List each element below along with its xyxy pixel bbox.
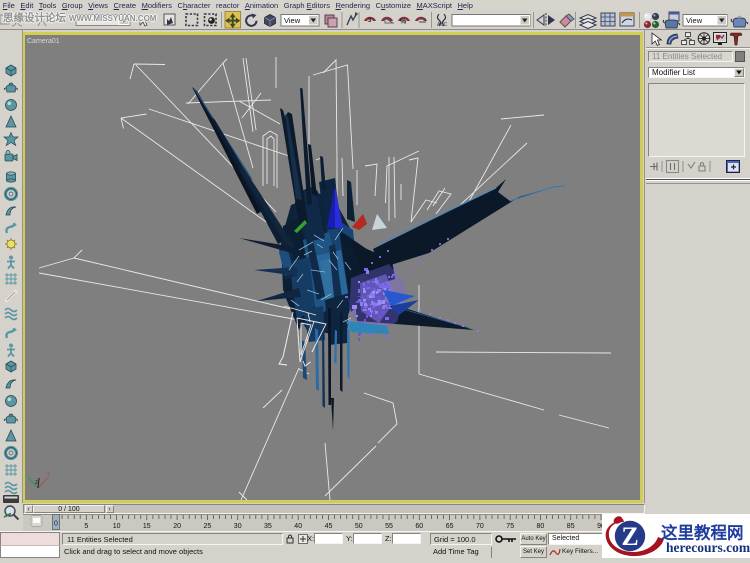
svg-text:80: 80 xyxy=(537,523,545,530)
svg-text:0: 0 xyxy=(54,521,58,528)
svg-text:15: 15 xyxy=(143,523,151,530)
svg-text:35: 35 xyxy=(264,523,272,530)
svg-text:herecours.com: herecours.com xyxy=(666,540,750,555)
svg-text:50: 50 xyxy=(355,523,363,530)
svg-text:%: % xyxy=(400,19,407,26)
svg-text:10: 10 xyxy=(113,523,121,530)
svg-text:x: x xyxy=(47,471,50,477)
svg-text:65: 65 xyxy=(446,523,454,530)
svg-text:70: 70 xyxy=(476,523,484,530)
svg-text:View: View xyxy=(686,16,703,25)
svg-text:Camera01: Camera01 xyxy=(27,38,60,45)
svg-text:55: 55 xyxy=(385,523,393,530)
svg-text:z: z xyxy=(35,480,38,486)
svg-text:45: 45 xyxy=(325,523,333,530)
svg-text:25: 25 xyxy=(204,523,212,530)
svg-text:ABC: ABC xyxy=(437,22,448,28)
svg-text:20: 20 xyxy=(173,523,181,530)
svg-text:40: 40 xyxy=(294,523,302,530)
svg-text:60: 60 xyxy=(415,523,423,530)
svg-text:Z: Z xyxy=(621,522,638,551)
svg-text:75: 75 xyxy=(506,523,514,530)
svg-text:5: 5 xyxy=(84,523,88,530)
svg-text:30: 30 xyxy=(234,523,242,530)
svg-text:85: 85 xyxy=(567,523,575,530)
svg-text:View: View xyxy=(284,16,301,25)
